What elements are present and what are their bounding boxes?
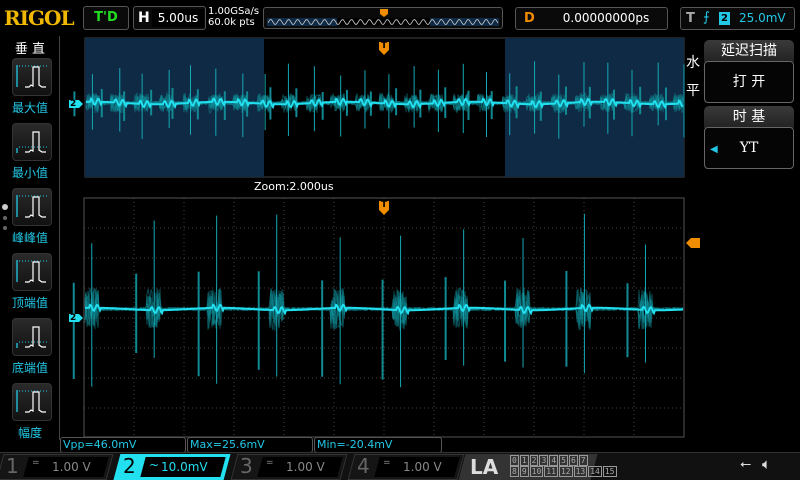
channel-number: 4 [357, 454, 370, 478]
trigger-source: 2 [719, 12, 730, 25]
measurement-min: Min=-20.4mV [314, 437, 442, 453]
timebase-mode-title: 时 基 [704, 106, 794, 128]
channel-4-tab[interactable]: 4 = 1.00 V [347, 454, 465, 480]
measurement-vpp: Vpp=46.0mV [60, 437, 186, 453]
channel-scale: 1.00 V [52, 460, 91, 474]
channel-scale: 1.00 V [286, 460, 325, 474]
waveform-display[interactable] [0, 0, 700, 452]
speaker-mute-icon[interactable]: 🔈︎ [762, 455, 771, 473]
zoom-grid [84, 198, 684, 437]
trigger-level-marker [686, 238, 700, 248]
side-title-2: 平 [686, 83, 700, 99]
rising-edge-icon: ⨍ [703, 10, 710, 25]
la-bits-row2: 8 9 10 11 12 13 14 15 [510, 466, 617, 477]
zoom-timebase-label: Zoom:2.000us [254, 180, 334, 193]
channel-number: 2 [123, 454, 136, 478]
trigger-level: 25.0mV [739, 11, 786, 25]
channel-number: 1 [6, 454, 19, 478]
channel-number: 3 [240, 454, 253, 478]
side-title-1: 水 [686, 55, 700, 71]
measurement-max: Max=25.6mV [187, 437, 313, 453]
channel-2-tab[interactable]: 2 ~10.0mV [113, 454, 231, 480]
channel-3-tab[interactable]: 3 = 1.00 V [230, 454, 348, 480]
channel-scale: 10.0mV [161, 460, 208, 474]
usb-icon: ⭠ [740, 456, 752, 472]
channel-marker-label: 2 [70, 99, 77, 109]
la-label: LA [470, 455, 499, 479]
channel-1-tab[interactable]: 1 = 1.00 V [0, 454, 114, 480]
coupling-icon: = [383, 458, 391, 468]
la-bits: 0 1 2 3 4 5 6 7 8 9 10 11 12 13 14 15 [510, 455, 618, 477]
coupling-icon: = [266, 458, 274, 468]
coupling-icon: = [32, 458, 40, 468]
coupling-icon: ~ [149, 458, 160, 472]
trigger-marker-label: T [381, 200, 388, 210]
zoom-waveform-trace [72, 213, 684, 388]
arrow-left-icon: ◀ [710, 144, 718, 155]
la-bits-row1: 01234567 [510, 455, 588, 466]
delayed-sweep-toggle[interactable]: 打 开 [704, 61, 794, 103]
channel-scale: 1.00 V [403, 460, 442, 474]
channel-marker-label: 2 [70, 313, 77, 323]
delayed-sweep-title: 延迟扫描 [704, 40, 794, 62]
trigger-marker-label: T [381, 41, 388, 51]
